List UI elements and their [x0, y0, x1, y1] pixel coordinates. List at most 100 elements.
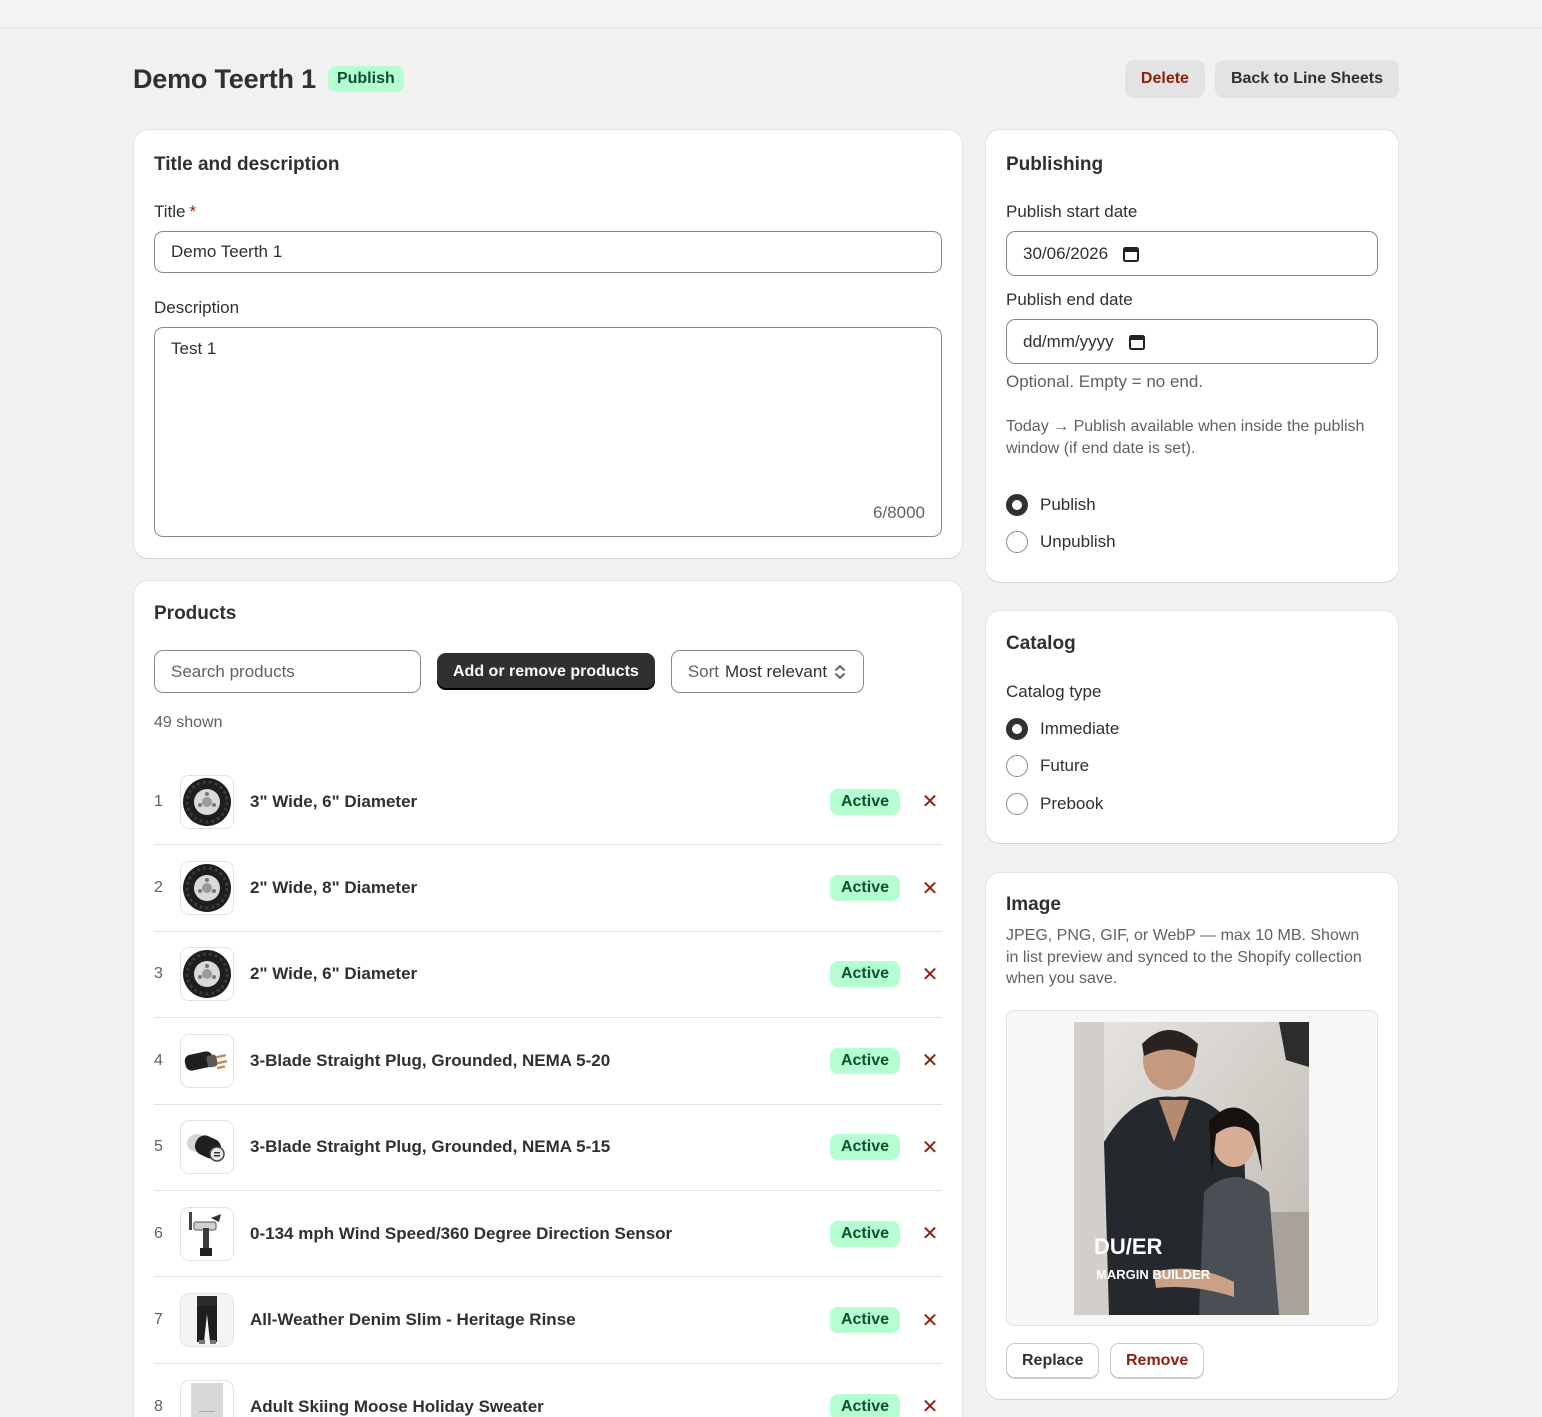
radio-indicator[interactable] — [1006, 755, 1028, 777]
table-row[interactable]: 7 All-Weather Denim Slim - Heritage Rins… — [154, 1277, 942, 1364]
product-name: 2" Wide, 8" Diameter — [250, 878, 418, 898]
tire-icon — [183, 864, 231, 913]
product-thumbnail — [180, 1120, 234, 1175]
product-name: All-Weather Denim Slim - Heritage Rinse — [250, 1310, 576, 1330]
remove-product-icon[interactable]: ✕ — [920, 1221, 940, 1246]
delete-button[interactable]: Delete — [1124, 60, 1205, 98]
table-row[interactable]: 3 2" Wide, 6" Diameter Active ✕ — [154, 932, 942, 1019]
table-row[interactable]: 5 3-Blade Straight Plug, Grounded, NEMA … — [154, 1105, 942, 1191]
product-name: 0-134 mph Wind Speed/360 Degree Directio… — [250, 1223, 673, 1243]
radio-indicator[interactable] — [1006, 531, 1028, 553]
card-heading: Products — [154, 603, 237, 624]
radio-unpublish[interactable]: Unpublish — [1006, 531, 1116, 553]
remove-product-icon[interactable]: ✕ — [920, 876, 940, 901]
table-row[interactable]: 1 3" Wide, 6" Diameter Active ✕ — [154, 759, 942, 846]
remove-product-icon[interactable]: ✕ — [920, 1048, 940, 1073]
back-to-line-sheets-button[interactable]: Back to Line Sheets — [1214, 60, 1399, 98]
image-card: Image JPEG, PNG, GIF, or WebP — max 10 M… — [986, 873, 1398, 1399]
product-thumbnail — [180, 1293, 234, 1348]
plug-icon — [184, 1051, 228, 1071]
product-thumbnail — [180, 1379, 234, 1417]
radio-label: Prebook — [1040, 794, 1104, 813]
calendar-icon[interactable] — [1128, 333, 1146, 351]
status-badge: Active — [829, 961, 900, 988]
product-name: 2" Wide, 6" Diameter — [250, 964, 418, 984]
sort-select[interactable]: Sort Most relevant — [670, 650, 865, 693]
card-heading: Catalog — [1006, 633, 1076, 654]
card-heading: Title and description — [154, 154, 340, 175]
remove-product-icon[interactable]: ✕ — [920, 789, 940, 814]
remove-product-icon[interactable]: ✕ — [920, 1394, 940, 1417]
sweater-icon — [191, 1382, 223, 1417]
replace-image-button[interactable]: Replace — [1006, 1343, 1100, 1379]
start-date-value: 30/06/2026 — [1023, 243, 1109, 263]
title-description-card: Title and description Title * Demo Teerth… — [134, 130, 962, 558]
product-name: 3-Blade Straight Plug, Grounded, NEMA 5-… — [250, 1050, 611, 1070]
jeans-icon — [181, 1294, 233, 1347]
tire-icon — [183, 950, 231, 999]
remove-product-icon[interactable]: ✕ — [920, 1135, 940, 1160]
card-heading: Image — [1006, 894, 1061, 915]
products-toolbar: Search products Add or remove products S… — [154, 650, 865, 693]
sort-value: Most relevant — [725, 661, 828, 681]
publishing-card: Publishing Publish start date 30/06/2026… — [986, 130, 1398, 582]
description-textarea[interactable]: Test 1 6/8000 — [154, 327, 942, 537]
product-list: 1 3" Wide, 6" Diameter Active ✕ 2 2" Wid… — [154, 759, 942, 1417]
product-name: 3" Wide, 6" Diameter — [250, 791, 418, 811]
row-number: 8 — [154, 1397, 163, 1415]
product-name: Adult Skiing Moose Holiday Sweater — [250, 1396, 544, 1416]
remove-product-icon[interactable]: ✕ — [920, 1308, 940, 1333]
status-badge: Active — [829, 1220, 900, 1247]
radio-label: Immediate — [1040, 719, 1120, 738]
publish-start-label: Publish start date — [1006, 202, 1138, 221]
today-help: Today → Publish available when inside th… — [1006, 418, 1365, 457]
add-remove-products-button[interactable]: Add or remove products — [437, 653, 655, 690]
table-row[interactable]: 2 2" Wide, 8" Diameter Active ✕ — [154, 845, 942, 932]
table-row[interactable]: 8 Adult Skiing Moose Holiday Sweater Act… — [154, 1364, 942, 1417]
row-number: 5 — [154, 1138, 163, 1156]
remove-product-icon[interactable]: ✕ — [920, 962, 940, 987]
radio-label: Publish — [1040, 495, 1096, 514]
radio-selected-indicator[interactable] — [1006, 718, 1028, 740]
radio-selected-indicator[interactable] — [1006, 494, 1028, 516]
remove-image-button[interactable]: Remove — [1110, 1343, 1205, 1379]
table-row[interactable]: 4 3-Blade Straight Plug, Grounded, NEMA … — [154, 1018, 942, 1105]
product-thumbnail — [180, 947, 234, 1002]
title-input[interactable]: Demo Teerth 1 — [154, 231, 942, 273]
brand-logo-text: DU/ER — [1094, 1234, 1163, 1259]
publish-end-date-input[interactable]: dd/mm/yyyy — [1006, 319, 1378, 364]
title-label-text: Title — [154, 202, 186, 221]
radio-label: Unpublish — [1040, 532, 1116, 551]
products-card: Products Search products Add or remove p… — [134, 581, 962, 1417]
radio-indicator[interactable] — [1006, 793, 1028, 815]
image-preview-frame: DU/ER MARGIN BUILDER — [1006, 1010, 1378, 1326]
product-name: 3-Blade Straight Plug, Grounded, NEMA 5-… — [250, 1137, 611, 1157]
image-help: JPEG, PNG, GIF, or WebP — max 10 MB. Sho… — [1006, 927, 1362, 987]
product-thumbnail — [180, 774, 234, 829]
end-date-value: dd/mm/yyyy — [1023, 331, 1114, 351]
calendar-icon[interactable] — [1122, 245, 1140, 263]
top-strip — [0, 0, 1542, 28]
search-placeholder: Search products — [171, 661, 295, 681]
product-thumbnail — [180, 1033, 234, 1088]
page-header: Demo Teerth 1 Publish Delete Back to Lin… — [133, 58, 1399, 100]
header-actions: Delete Back to Line Sheets — [1124, 60, 1399, 98]
collection-image: DU/ER MARGIN BUILDER — [1074, 1022, 1309, 1315]
publish-start-date-input[interactable]: 30/06/2026 — [1006, 231, 1378, 276]
chevron-up-down-icon — [835, 664, 845, 679]
char-count: 6/8000 — [873, 503, 925, 522]
radio-immediate[interactable]: Immediate — [1006, 718, 1119, 740]
tire-icon — [183, 777, 231, 826]
radio-future[interactable]: Future — [1006, 755, 1089, 777]
row-number: 2 — [154, 879, 163, 897]
radio-prebook[interactable]: Prebook — [1006, 793, 1103, 815]
description-value: Test 1 — [171, 339, 217, 358]
page-title: Demo Teerth 1 — [133, 63, 316, 94]
status-badge: Active — [829, 1307, 900, 1334]
search-products-input[interactable]: Search products — [154, 650, 421, 693]
status-badge: Active — [829, 875, 900, 902]
product-thumbnail — [180, 1206, 234, 1261]
plug-icon — [187, 1134, 225, 1162]
table-row[interactable]: 6 0-134 mph Wind Speed/360 Degree Direct… — [154, 1191, 942, 1278]
radio-publish[interactable]: Publish — [1006, 494, 1096, 516]
